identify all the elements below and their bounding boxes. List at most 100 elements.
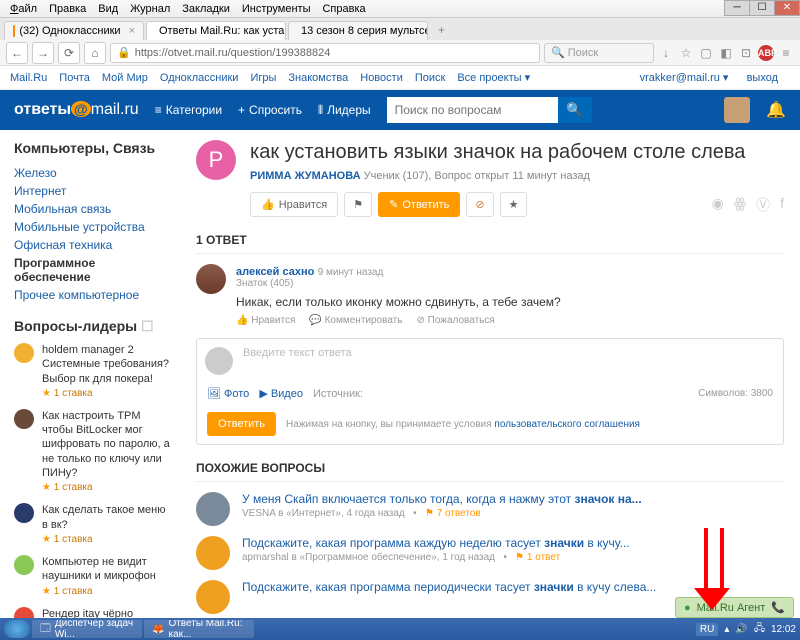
submit-answer-button[interactable]: Ответить — [207, 412, 276, 436]
answer-like[interactable]: 👍 Нравится — [236, 315, 295, 326]
tray-clock[interactable]: 12:02 — [771, 624, 796, 635]
tray-volume-icon[interactable]: 🔊 — [735, 624, 747, 635]
header-ask[interactable]: + Спросить — [238, 103, 302, 117]
menu-view[interactable]: Вид — [92, 3, 124, 15]
menu-icon[interactable]: ≡ — [778, 45, 794, 61]
sidebar-cat[interactable]: Мобильные устройства — [14, 218, 170, 236]
menu-edit[interactable]: Правка — [43, 3, 92, 15]
answer-rank: Знаток (405) — [236, 278, 784, 289]
attach-video[interactable]: ▶ Видео — [259, 387, 303, 400]
answer-avatar[interactable] — [196, 264, 226, 294]
sidebar-q-avatar — [14, 409, 34, 429]
url-input[interactable]: 🔒https://otvet.mail.ru/question/19938882… — [110, 43, 540, 63]
search-button[interactable]: 🔍 — [558, 97, 592, 123]
topnav-link[interactable]: Новости — [360, 72, 403, 84]
answer-author[interactable]: алексей сахно — [236, 266, 314, 278]
answers-heading: 1 ОТВЕТ — [196, 233, 784, 254]
close-icon[interactable]: × — [129, 25, 135, 37]
attach-photo[interactable]: 🖼 Фото — [207, 387, 249, 400]
home-icon[interactable]: ▢ — [698, 45, 714, 61]
start-button[interactable] — [4, 620, 30, 638]
reply-textarea[interactable]: Введите текст ответа — [243, 347, 775, 375]
logo[interactable]: ответы@mail.ru — [14, 101, 139, 119]
tab-1[interactable]: Ответы Mail.Ru: как устан...× — [146, 21, 286, 40]
answer-comment[interactable]: 💬 Комментировать — [309, 315, 402, 326]
window-close[interactable]: ✕ — [774, 0, 800, 16]
language-indicator[interactable]: RU — [696, 623, 718, 636]
sidebar-cat[interactable]: Мобильная связь — [14, 200, 170, 218]
user-email[interactable]: vrakker@mail.ru ▾ — [640, 72, 729, 84]
answer-time: 9 минут назад — [318, 267, 384, 278]
terms-link[interactable]: пользовательского соглашения — [494, 419, 640, 430]
answer-button[interactable]: ✎ Ответить — [378, 192, 460, 217]
tray-up-icon[interactable]: ▴ — [724, 624, 729, 635]
tray-network-icon[interactable]: 🖧 — [754, 621, 765, 638]
adblock-icon[interactable]: ABP — [758, 45, 774, 61]
menu-history[interactable]: Журнал — [124, 3, 176, 15]
sidebar-q-avatar — [14, 503, 34, 523]
window-minimize[interactable]: ─ — [724, 0, 750, 16]
forward-button[interactable]: → — [32, 42, 54, 64]
share-fb-icon[interactable]: f — [780, 195, 784, 215]
reload-button[interactable]: ⟳ — [58, 42, 80, 64]
bookmark-button[interactable]: ⚑ — [344, 192, 372, 217]
sidebar-cat[interactable]: Железо — [14, 164, 170, 182]
notifications-icon[interactable]: 🔔 — [766, 100, 786, 120]
site-header: ответы@mail.ru ≡ Категории + Спросить ⫴ … — [0, 90, 800, 130]
sidebar-question[interactable]: Как настроить TPM чтобы BitLocker мог ши… — [14, 409, 170, 493]
taskbar-item[interactable]: 🗔 Диспетчер задач Wi... — [32, 620, 142, 638]
addon-icon[interactable]: ◧ — [718, 45, 734, 61]
back-button[interactable]: ← — [6, 42, 28, 64]
question-title: как установить языки значок на рабочем с… — [250, 140, 784, 164]
sidebar-cat[interactable]: Прочее компьютерное — [14, 286, 170, 304]
topnav-link[interactable]: Все проекты ▾ — [457, 71, 530, 84]
home-button[interactable]: ⌂ — [84, 42, 106, 64]
tab-2[interactable]: 13 сезон 8 серия мультсе...× — [288, 21, 428, 40]
sidebar-cat-active[interactable]: Программное обеспечение — [14, 254, 170, 286]
phone-icon[interactable]: 📞 — [771, 601, 785, 614]
sidebar-question[interactable]: Компьютер не видит наушники и микрофон1 … — [14, 555, 170, 597]
topnav-link[interactable]: Mail.Ru — [10, 72, 47, 84]
share-vk-icon[interactable]: Ⓥ — [756, 195, 770, 215]
browser-search-input[interactable]: 🔍 Поиск — [544, 43, 654, 63]
favorite-button[interactable]: ★ — [500, 192, 528, 217]
topnav-link[interactable]: Игры — [250, 72, 276, 84]
topnav-link[interactable]: Знакомства — [288, 72, 348, 84]
share-ok-icon[interactable]: ꙮ — [734, 195, 746, 215]
menu-bookmarks[interactable]: Закладки — [176, 3, 236, 15]
new-tab-button[interactable]: + — [430, 20, 453, 40]
bookmark-icon[interactable]: ☆ — [678, 45, 694, 61]
topnav-link[interactable]: Почта — [59, 72, 90, 84]
similar-question[interactable]: Подскажите, какая программа каждую недел… — [196, 536, 784, 570]
similar-question[interactable]: У меня Скайп включается только тогда, ко… — [196, 492, 784, 526]
menu-tools[interactable]: Инструменты — [236, 3, 317, 15]
share-world-icon[interactable]: ◉ — [712, 195, 724, 215]
window-maximize[interactable]: ☐ — [749, 0, 775, 16]
header-leaders[interactable]: ⫴ Лидеры — [318, 103, 371, 118]
taskbar-item[interactable]: 🦊 Ответы Mail.Ru: как... — [144, 620, 254, 638]
user-avatar[interactable] — [724, 97, 750, 123]
site-search-input[interactable] — [387, 97, 558, 123]
topnav-link[interactable]: Одноклассники — [160, 72, 239, 84]
ban-button[interactable]: ⊘ — [466, 192, 493, 217]
sidebar-q-avatar — [14, 555, 34, 575]
logout-link[interactable]: выход — [747, 72, 778, 84]
mailru-agent-bar[interactable]: ● Mail.Ru Агент 📞 — [675, 597, 794, 618]
download-icon[interactable]: ↓ — [658, 45, 674, 61]
like-button[interactable]: 👍 Нравится — [250, 192, 338, 217]
site-search[interactable]: 🔍 — [387, 97, 592, 123]
topnav-link[interactable]: Мой Мир — [102, 72, 148, 84]
topnav-link[interactable]: Поиск — [415, 72, 445, 84]
sidebar-cat[interactable]: Офисная техника — [14, 236, 170, 254]
menu-file[interactable]: ФФайлайл — [4, 3, 43, 15]
sidebar-cat[interactable]: Интернет — [14, 182, 170, 200]
answer-report[interactable]: ⊘ Пожаловаться — [416, 315, 494, 326]
header-categories[interactable]: ≡ Категории — [155, 103, 222, 117]
tab-0[interactable]: (32) Одноклассники× — [4, 21, 144, 40]
question-avatar[interactable]: Р — [196, 140, 236, 180]
menu-help[interactable]: Справка — [316, 3, 371, 15]
save-icon[interactable]: ⊡ — [738, 45, 754, 61]
sidebar-question[interactable]: Как сделать такое меню в вк?1 ставка — [14, 503, 170, 545]
question-author[interactable]: РИММА ЖУМАНОВА — [250, 170, 361, 182]
sidebar-question[interactable]: holdem manager 2 Системные требования? В… — [14, 343, 170, 399]
